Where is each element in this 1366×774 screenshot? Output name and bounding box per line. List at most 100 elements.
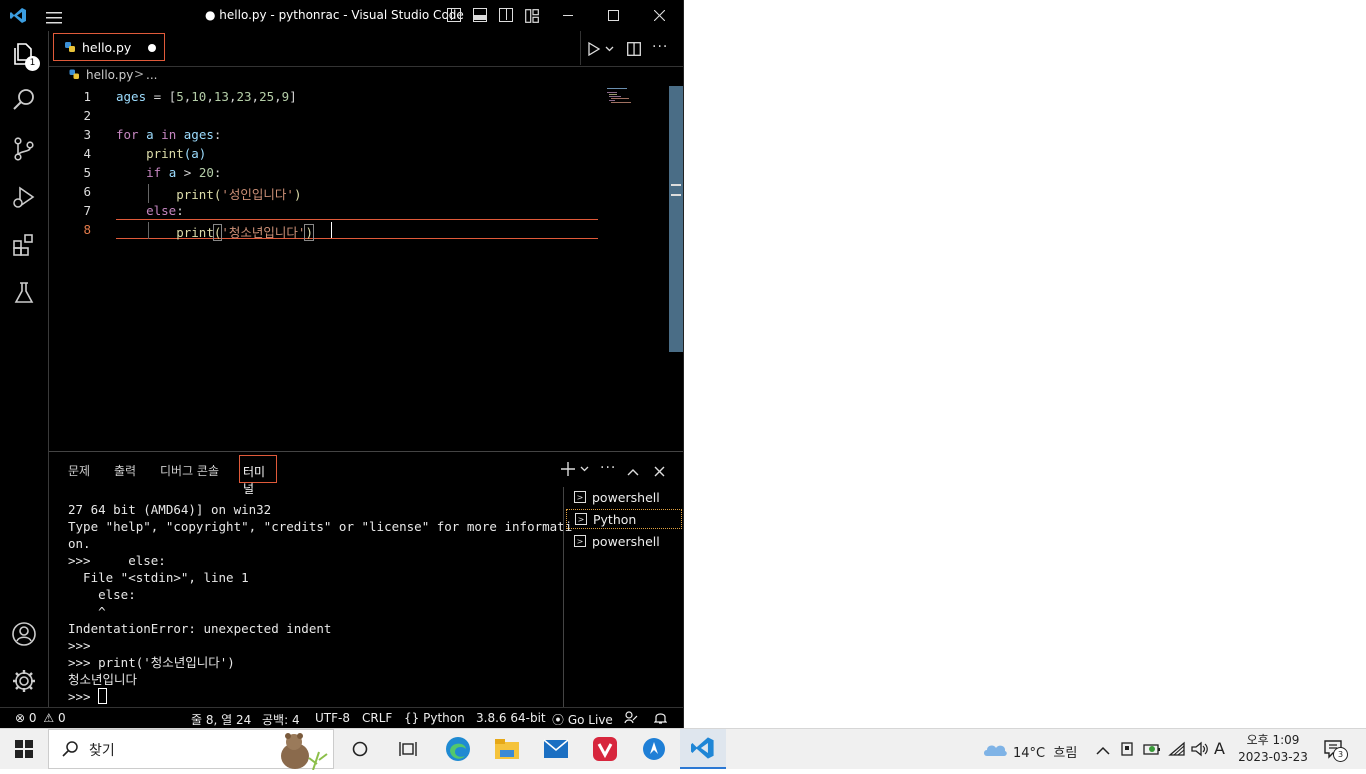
edge-browser-icon[interactable] xyxy=(435,729,481,769)
settings-gear-icon[interactable] xyxy=(0,658,48,704)
terminal-icon: > xyxy=(574,535,586,547)
breadcrumb-file[interactable]: hello.py xyxy=(86,68,133,82)
terminal-line: 청소년입니다 xyxy=(68,672,138,687)
search-highlight-image xyxy=(263,730,333,774)
action-center-icon[interactable]: 3 xyxy=(1324,739,1348,765)
accounts-icon[interactable] xyxy=(0,611,48,657)
terminal-cursor xyxy=(98,688,108,704)
broadcast-icon: ⦿ xyxy=(552,713,565,727)
close-button[interactable] xyxy=(636,0,682,31)
terminal-output[interactable]: 27 64 bit (AMD64)] on win32 Type "help", … xyxy=(68,501,572,705)
line-number: 1 xyxy=(83,89,91,104)
volume-icon[interactable] xyxy=(1191,741,1209,761)
go-live-button[interactable]: ⦿ Go Live xyxy=(552,711,613,728)
taskbar-search-box[interactable]: 찾기 xyxy=(48,729,334,771)
battery-icon[interactable] xyxy=(1143,741,1161,760)
input-method-indicator[interactable]: A xyxy=(1214,739,1225,758)
breadcrumb: hello.py > ... xyxy=(49,67,683,85)
close-panel-icon[interactable] xyxy=(654,462,665,481)
indentation[interactable]: 공백: 4 xyxy=(262,711,300,728)
tab-debug-console[interactable]: 디버그 콘솔 xyxy=(160,462,219,479)
toggle-secondary-sidebar-icon[interactable] xyxy=(499,8,513,22)
maximize-panel-icon[interactable] xyxy=(627,462,639,481)
code-editor[interactable]: 1 2 3 4 5 6 7 8 ages = [5,10,13,23,25,9]… xyxy=(49,86,683,450)
line-number: 6 xyxy=(83,184,91,199)
braces-icon: {} xyxy=(404,711,420,725)
vscode-window: ● hello.py - pythonrac - Visual Studio C… xyxy=(0,0,684,729)
python-interpreter[interactable]: 3.8.6 64-bit xyxy=(476,711,546,725)
split-editor-icon[interactable] xyxy=(627,41,641,60)
weather-text[interactable]: 14°C 흐림 xyxy=(1013,742,1077,761)
weather-cloud-icon[interactable] xyxy=(982,741,1008,761)
more-actions-icon[interactable]: ··· xyxy=(652,39,668,55)
unsaved-dot-icon[interactable] xyxy=(148,44,156,52)
mail-icon[interactable] xyxy=(533,729,579,769)
text-cursor xyxy=(331,222,332,238)
pinned-app-icon[interactable] xyxy=(631,729,677,769)
vivaldi-browser-icon[interactable] xyxy=(582,729,628,769)
breadcrumb-separator: > xyxy=(134,67,145,81)
source-control-icon[interactable] xyxy=(0,126,48,172)
terminal-prompt-line: >>> xyxy=(68,688,572,705)
toggle-panel-icon[interactable] xyxy=(473,8,487,22)
title-bar: ● hello.py - pythonrac - Visual Studio C… xyxy=(0,0,683,31)
feedback-icon[interactable] xyxy=(624,711,638,727)
bottom-panel: 문제 출력 디버그 콘솔 터미널 ··· 27 64 bit (AMD64)] … xyxy=(49,451,683,708)
terminal-item-powershell[interactable]: > powershell xyxy=(574,487,682,507)
vscode-taskbar-icon[interactable] xyxy=(680,729,726,769)
menu-icon[interactable] xyxy=(46,9,62,28)
cursor-position[interactable]: 줄 8, 열 24 xyxy=(191,711,251,728)
problems-status[interactable]: ⊗ 0 ⚠ 0 xyxy=(15,711,66,725)
tab-terminal[interactable]: 터미널 xyxy=(239,455,277,496)
run-python-button[interactable] xyxy=(588,41,616,60)
explorer-icon[interactable]: 1 xyxy=(0,31,48,77)
terminal-line: >>> else: xyxy=(68,553,166,568)
run-debug-icon[interactable] xyxy=(0,174,48,220)
terminal-icon: > xyxy=(574,491,586,503)
wifi-icon[interactable] xyxy=(1168,741,1186,761)
python-file-icon xyxy=(69,69,80,83)
cortana-icon[interactable] xyxy=(337,729,383,769)
tray-app-icon[interactable] xyxy=(1119,741,1135,761)
clock[interactable]: 오후 1:09 2023-03-23 xyxy=(1232,732,1314,766)
editor-scrollbar[interactable] xyxy=(669,86,683,352)
window-title: ● hello.py - pythonrac - Visual Studio C… xyxy=(205,8,464,22)
tab-problems[interactable]: 문제 xyxy=(68,462,90,479)
code-line-7: else: xyxy=(146,203,184,218)
terminal-icon: > xyxy=(575,513,587,525)
task-view-icon[interactable] xyxy=(385,729,431,769)
code-line-3: for a in ages: xyxy=(116,127,222,142)
activity-bar: 1 xyxy=(0,31,49,707)
terminal-line: IndentationError: unexpected indent xyxy=(68,621,332,636)
encoding[interactable]: UTF-8 xyxy=(315,711,350,725)
terminal-item-python[interactable]: > Python xyxy=(566,509,682,529)
tray-overflow-chevron-icon[interactable] xyxy=(1096,741,1110,760)
taskbar: 찾기 14°C 흐림 A 오후 1:09 2023-03-23 3 xyxy=(0,728,1366,771)
minimize-button[interactable] xyxy=(545,0,591,31)
tab-hello-py[interactable]: hello.py xyxy=(53,33,165,61)
language-mode[interactable]: {} Python xyxy=(404,711,465,725)
tab-output[interactable]: 출력 xyxy=(114,462,136,479)
breadcrumb-symbols[interactable]: ... xyxy=(146,68,157,82)
maximize-button[interactable] xyxy=(590,0,636,31)
terminal-line: File "<stdin>", line 1 xyxy=(68,570,249,585)
toggle-sidebar-icon[interactable] xyxy=(447,8,461,22)
code-line-5: if a > 20: xyxy=(146,165,222,180)
customize-layout-icon[interactable] xyxy=(525,8,539,27)
line-number-current: 8 xyxy=(83,222,91,237)
extensions-icon[interactable] xyxy=(0,222,48,268)
windows-start-icon[interactable] xyxy=(0,729,48,769)
notifications-bell-icon[interactable] xyxy=(653,711,668,728)
search-icon[interactable] xyxy=(0,77,48,123)
testing-icon[interactable] xyxy=(0,270,48,316)
terminal-line: else: xyxy=(68,587,136,602)
terminal-item-powershell-2[interactable]: > powershell xyxy=(574,531,682,551)
file-explorer-icon[interactable] xyxy=(484,729,530,769)
tab-label: hello.py xyxy=(82,39,132,55)
minimap[interactable] xyxy=(605,86,635,106)
line-number: 2 xyxy=(83,108,91,123)
end-of-line[interactable]: CRLF xyxy=(362,711,392,725)
new-terminal-icon[interactable] xyxy=(561,461,589,480)
notification-count-badge: 3 xyxy=(1333,747,1348,762)
panel-more-icon[interactable]: ··· xyxy=(600,460,616,476)
